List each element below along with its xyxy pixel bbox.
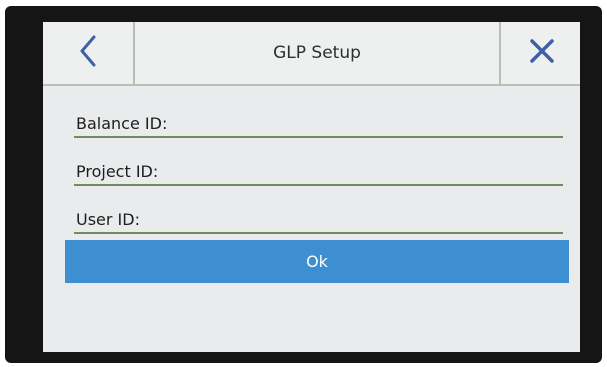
device-bezel: GLP Setup Balance ID: Project ID: User I…: [5, 6, 602, 363]
balance-id-label: Balance ID:: [76, 114, 168, 133]
header-bar: GLP Setup: [43, 22, 580, 86]
page-title: GLP Setup: [273, 43, 361, 63]
touch-screen: GLP Setup Balance ID: Project ID: User I…: [43, 22, 580, 352]
close-icon: [529, 38, 555, 68]
balance-id-field[interactable]: Balance ID:: [74, 106, 563, 138]
ok-button[interactable]: Ok: [65, 240, 569, 283]
user-id-label: User ID:: [76, 210, 140, 229]
chevron-left-icon: [79, 35, 97, 71]
project-id-label: Project ID:: [76, 162, 159, 181]
back-button[interactable]: [43, 22, 135, 84]
user-id-field[interactable]: User ID:: [74, 202, 563, 234]
project-id-field[interactable]: Project ID:: [74, 154, 563, 186]
close-button[interactable]: [499, 22, 580, 84]
